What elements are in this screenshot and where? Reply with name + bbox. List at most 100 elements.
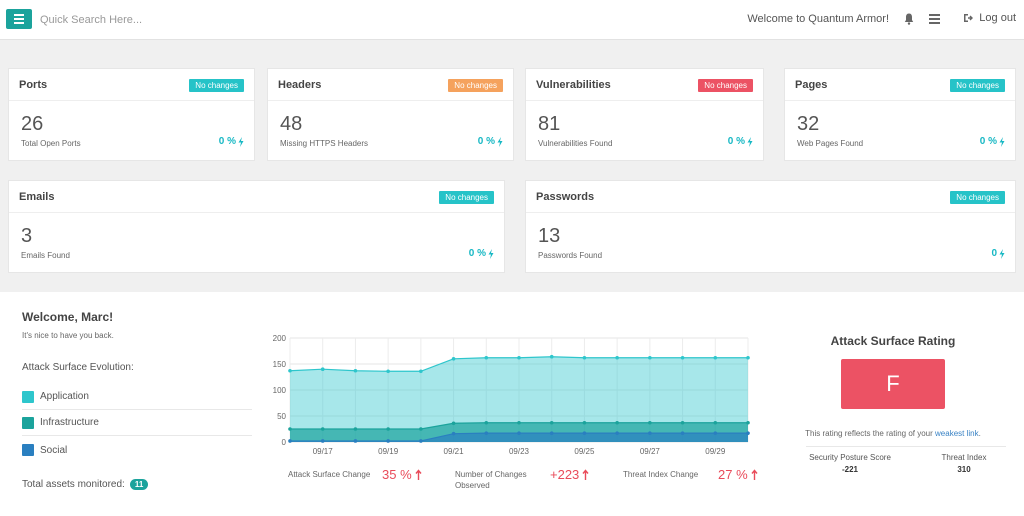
welcome-message: Welcome to Quantum Armor! xyxy=(747,13,889,25)
legend-item-application[interactable]: Application xyxy=(22,384,252,410)
data-point xyxy=(648,420,652,425)
status-badge: No changes xyxy=(189,79,244,92)
data-point xyxy=(517,420,521,425)
assets-label: Total assets monitored: xyxy=(22,479,125,490)
stat-label-number-of-changes: Number of Changes Observed xyxy=(455,470,527,490)
card-passwords[interactable]: Passwords No changes 13 Passwords Found 0 xyxy=(525,180,1016,273)
card-value: 81 xyxy=(538,113,561,135)
data-point xyxy=(713,355,718,360)
top-bar: Welcome to Quantum Armor! Log out xyxy=(0,0,1024,40)
rating-note-end: . xyxy=(978,429,981,438)
card-change-value: 0 % xyxy=(468,248,486,259)
welcome-title: Welcome, Marc! xyxy=(22,310,114,324)
data-point xyxy=(680,355,685,360)
weakest-link[interactable]: weakest link xyxy=(935,429,979,438)
data-point xyxy=(353,368,358,373)
data-point xyxy=(320,439,325,443)
data-point xyxy=(386,427,390,431)
y-tick-label: 100 xyxy=(273,386,287,395)
search-input[interactable] xyxy=(40,10,340,30)
rating-grade-box: F xyxy=(841,359,945,409)
metric-label: Threat Index xyxy=(941,453,987,462)
card-subtitle: Vulnerabilities Found xyxy=(538,139,613,148)
status-badge: No changes xyxy=(950,191,1005,204)
data-point xyxy=(517,355,521,360)
card-ports[interactable]: Ports No changes 26 Total Open Ports 0 % xyxy=(8,68,255,161)
card-change-value: 0 % xyxy=(727,136,745,147)
legend-label: Infrastructure xyxy=(40,417,99,428)
card-change-value: 0 % xyxy=(218,136,236,147)
stat-value: +223 xyxy=(550,467,580,482)
metric-threat-index: Threat Index 310 xyxy=(914,453,1014,474)
rating-title: Attack Surface Rating xyxy=(830,334,956,348)
attack-surface-chart: 0 50 100 150 200 09/17 09/19 09/21 09/23 09/25 09/… xyxy=(273,334,750,456)
x-tick-label: 09/21 xyxy=(444,447,465,456)
stat-value-threat-index-change: 27 % xyxy=(718,467,758,482)
bolt-icon xyxy=(999,248,1005,259)
card-subtitle: Passwords Found xyxy=(538,251,603,260)
card-change: 0 % xyxy=(219,136,244,147)
card-change-value: 0 % xyxy=(477,136,495,147)
data-point xyxy=(353,427,358,431)
data-point xyxy=(582,431,587,435)
stat-label-threat-index-change: Threat Index Change xyxy=(623,470,699,479)
card-pages[interactable]: Pages No changes 32 Web Pages Found 0 % xyxy=(784,68,1016,161)
data-point xyxy=(386,439,390,443)
data-point xyxy=(451,421,456,426)
card-subtitle: Web Pages Found xyxy=(797,139,864,148)
data-point xyxy=(549,431,554,435)
y-tick-label: 150 xyxy=(273,360,287,369)
card-header: Emails No changes xyxy=(9,181,504,213)
card-value: 3 xyxy=(21,225,33,247)
card-change-value: 0 % xyxy=(979,136,997,147)
data-point xyxy=(648,355,652,360)
data-point xyxy=(648,431,652,435)
data-point xyxy=(582,420,587,425)
bolt-icon xyxy=(747,136,753,147)
bell-icon[interactable] xyxy=(904,13,914,25)
x-tick-label: 09/25 xyxy=(574,447,595,456)
data-point xyxy=(353,439,358,443)
card-title: Vulnerabilities xyxy=(536,79,611,91)
bolt-icon xyxy=(497,136,503,147)
legend-label: Social xyxy=(40,444,68,456)
card-subtitle: Emails Found xyxy=(21,251,70,260)
legend-label: Application xyxy=(40,391,89,402)
data-point xyxy=(419,369,423,374)
bolt-icon xyxy=(238,136,244,147)
card-title: Ports xyxy=(19,79,48,91)
arrow-up-icon xyxy=(582,468,589,480)
data-point xyxy=(549,354,554,359)
data-point xyxy=(615,431,619,435)
menu-toggle-button[interactable] xyxy=(6,9,32,29)
status-badge: No changes xyxy=(448,79,503,92)
metric-value: -221 xyxy=(841,465,858,474)
legend-item-social[interactable]: Social xyxy=(22,437,252,463)
legend-item-infrastructure[interactable]: Infrastructure xyxy=(22,410,252,436)
metric-label: Security Posture Score xyxy=(809,453,891,462)
data-point xyxy=(680,431,685,435)
card-header: Headers No changes xyxy=(268,69,513,101)
legend-swatch xyxy=(22,390,34,403)
card-header: Pages No changes xyxy=(785,69,1015,101)
x-tick-label: 09/29 xyxy=(705,447,726,456)
card-vulnerabilities[interactable]: Vulnerabilities No changes 81 Vulnerabiliti… xyxy=(525,68,764,161)
data-point xyxy=(746,420,750,425)
rating-note: This rating reflects the rating of your … xyxy=(780,429,1006,438)
data-point xyxy=(549,420,554,425)
data-point xyxy=(419,439,423,443)
bolt-icon xyxy=(999,136,1005,147)
card-headers[interactable]: Headers No changes 48 Missing HTTPS Headers… xyxy=(267,68,514,161)
rating-note-text: This rating reflects the rating of your xyxy=(805,429,933,438)
status-badge: No changes xyxy=(698,79,753,92)
evolution-label: Attack Surface Evolution: xyxy=(22,362,134,373)
list-icon[interactable] xyxy=(929,14,940,24)
metric-security-posture: Security Posture Score -221 xyxy=(800,453,900,474)
card-title: Pages xyxy=(795,79,828,91)
logout-button[interactable]: Log out xyxy=(963,12,1016,24)
card-emails[interactable]: Emails No changes 3 Emails Found 0 % xyxy=(8,180,505,273)
data-point xyxy=(451,431,456,436)
data-point xyxy=(746,355,750,360)
data-point xyxy=(713,420,718,425)
data-point xyxy=(320,427,325,431)
